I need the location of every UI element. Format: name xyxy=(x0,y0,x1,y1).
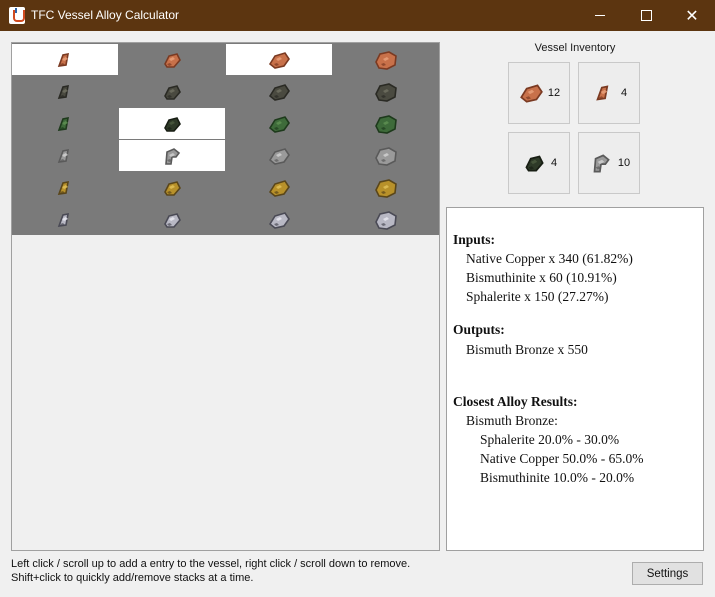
inventory-slot[interactable]: 4 xyxy=(578,62,640,124)
ore-cell[interactable] xyxy=(12,140,118,171)
ore-selection-panel xyxy=(11,42,440,551)
ore-cell[interactable] xyxy=(12,76,118,107)
malachite-ore-normal-icon xyxy=(268,115,290,133)
results-panel: Inputs: Native Copper x 340 (61.82%) Bis… xyxy=(446,207,704,551)
bismuthinite-ore-rich-icon xyxy=(375,82,397,102)
inventory-slot[interactable]: 10 xyxy=(578,132,640,194)
input-line: Native Copper x 340 (61.82%) xyxy=(466,251,633,266)
ore-cell[interactable] xyxy=(226,204,332,235)
alloy-range: Native Copper 50.0% - 65.0% xyxy=(480,451,644,466)
native-gold-ore-rich-icon xyxy=(375,178,397,198)
native-silver-ore-small-icon xyxy=(57,212,69,227)
native-silver-ore-poor-icon xyxy=(164,212,181,228)
bismuthinite-ore-gray-icon xyxy=(165,147,181,165)
inventory-slot[interactable]: 4 xyxy=(508,132,570,194)
native-copper-ore-rich-icon xyxy=(375,50,397,70)
ore-cell[interactable] xyxy=(12,204,118,235)
cassiterite-ore-normal-icon xyxy=(268,147,290,165)
input-line: Sphalerite x 150 (27.27%) xyxy=(466,289,609,304)
bismuthinite-ore-poor-icon xyxy=(164,84,181,100)
ore-cell[interactable] xyxy=(119,108,225,139)
ore-cell[interactable] xyxy=(226,44,332,75)
native-gold-ore-small-icon xyxy=(57,180,69,195)
java-cup-icon xyxy=(9,7,25,24)
sphalerite-ore-poor-icon xyxy=(164,116,181,132)
native-copper-ore-small-icon xyxy=(596,85,609,101)
native-silver-ore-normal-icon xyxy=(268,211,290,229)
ore-cell[interactable] xyxy=(119,76,225,107)
ore-cell[interactable] xyxy=(119,204,225,235)
ore-cell[interactable] xyxy=(119,172,225,203)
native-copper-ore-poor-icon xyxy=(164,52,181,68)
input-line: Bismuthinite x 60 (10.91%) xyxy=(466,270,617,285)
native-copper-ore-normal-icon xyxy=(268,51,290,69)
slot-count: 4 xyxy=(620,87,628,99)
ore-cell[interactable] xyxy=(333,204,439,235)
title-bar: TFC Vessel Alloy Calculator ✕ xyxy=(0,0,715,31)
ore-cell[interactable] xyxy=(333,44,439,75)
ore-grid xyxy=(12,43,439,235)
alloy-range: Sphalerite 20.0% - 30.0% xyxy=(480,432,620,447)
native-gold-ore-poor-icon xyxy=(164,180,181,196)
output-line: Bismuth Bronze x 550 xyxy=(466,342,588,357)
ore-cell[interactable] xyxy=(119,140,225,171)
closest-alloy-heading: Closest Alloy Results: xyxy=(453,394,578,409)
slot-count: 10 xyxy=(617,157,631,169)
inputs-heading: Inputs: xyxy=(453,232,496,247)
ore-cell[interactable] xyxy=(333,76,439,107)
ore-cell[interactable] xyxy=(333,140,439,171)
ore-cell[interactable] xyxy=(226,140,332,171)
help-text-line-1: Left click / scroll up to add a entry to… xyxy=(11,558,411,570)
ore-cell[interactable] xyxy=(226,172,332,203)
native-gold-ore-normal-icon xyxy=(268,179,290,197)
maximize-icon[interactable] xyxy=(623,0,669,31)
inventory-title: Vessel Inventory xyxy=(534,42,616,54)
malachite-ore-rich-icon xyxy=(375,114,397,134)
ore-cell[interactable] xyxy=(226,108,332,139)
cassiterite-ore-rich-icon xyxy=(375,146,397,166)
malachite-ore-small-icon xyxy=(57,116,69,131)
alloy-name: Bismuth Bronze: xyxy=(466,413,558,428)
bismuthinite-ore-normal-icon xyxy=(268,83,290,101)
ore-cell[interactable] xyxy=(333,108,439,139)
settings-button[interactable]: Settings xyxy=(632,562,703,585)
window-title: TFC Vessel Alloy Calculator xyxy=(31,8,180,22)
ore-cell[interactable] xyxy=(226,76,332,107)
cassiterite-ore-small-icon xyxy=(57,148,69,163)
bismuthinite-ore-gray-icon xyxy=(593,154,610,173)
ore-cell[interactable] xyxy=(12,44,118,75)
slot-count: 12 xyxy=(547,87,561,99)
outputs-heading: Outputs: xyxy=(453,322,505,337)
sphalerite-ore-poor-icon xyxy=(525,155,544,172)
minimize-icon[interactable] xyxy=(577,0,623,31)
help-text-line-2: Shift+click to quickly add/remove stacks… xyxy=(11,572,254,584)
ore-cell[interactable] xyxy=(333,172,439,203)
native-silver-ore-rich-icon xyxy=(375,210,397,230)
ore-cell[interactable] xyxy=(119,44,225,75)
ore-cell[interactable] xyxy=(12,108,118,139)
bismuthinite-ore-small-icon xyxy=(57,84,69,99)
alloy-range: Bismuthinite 10.0% - 20.0% xyxy=(480,470,635,485)
ore-cell[interactable] xyxy=(12,172,118,203)
native-copper-ore-normal-icon xyxy=(519,84,543,103)
native-copper-ore-small-icon xyxy=(57,52,69,67)
inventory-slot[interactable]: 12 xyxy=(508,62,570,124)
slot-count: 4 xyxy=(550,157,558,169)
close-icon[interactable]: ✕ xyxy=(669,0,715,31)
